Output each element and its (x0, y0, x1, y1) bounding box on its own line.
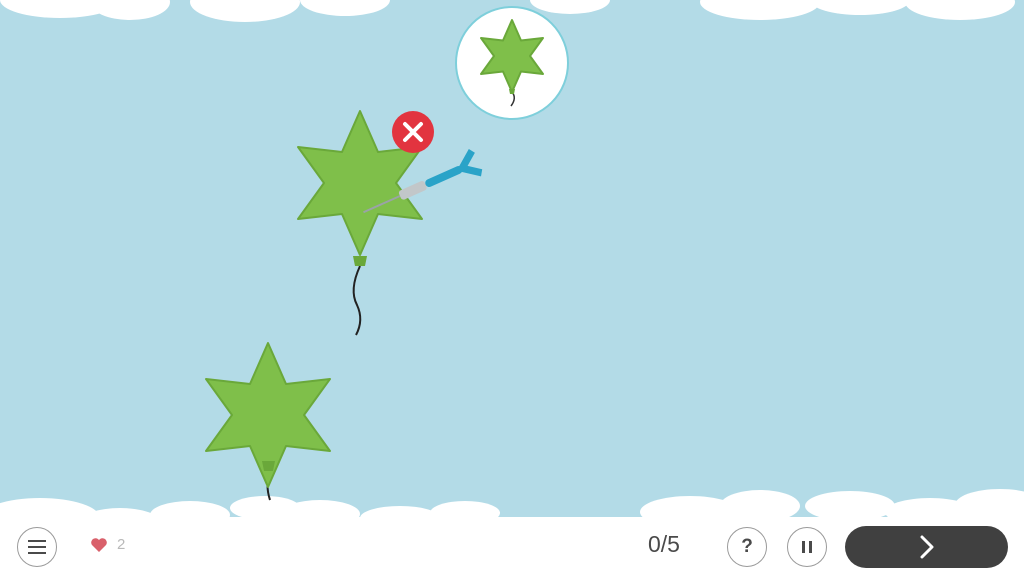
help-button[interactable]: ? (727, 527, 767, 567)
hamburger-icon (28, 540, 46, 554)
pause-icon (802, 541, 812, 553)
lives-count: 2 (117, 536, 126, 553)
wrong-x-icon (392, 111, 434, 153)
target-balloon-indicator (455, 6, 569, 120)
menu-button[interactable] (17, 527, 57, 567)
game-scene (0, 0, 1024, 538)
lives-counter: 2 (90, 536, 125, 553)
next-button[interactable] (845, 526, 1008, 568)
score-counter: 0/5 (648, 531, 680, 557)
help-label: ? (741, 536, 753, 557)
balloon-hit[interactable] (297, 110, 485, 336)
heart-icon (91, 537, 107, 552)
balloon-floating[interactable] (205, 342, 331, 501)
chevron-right-icon (920, 535, 933, 559)
pause-button[interactable] (787, 527, 827, 567)
